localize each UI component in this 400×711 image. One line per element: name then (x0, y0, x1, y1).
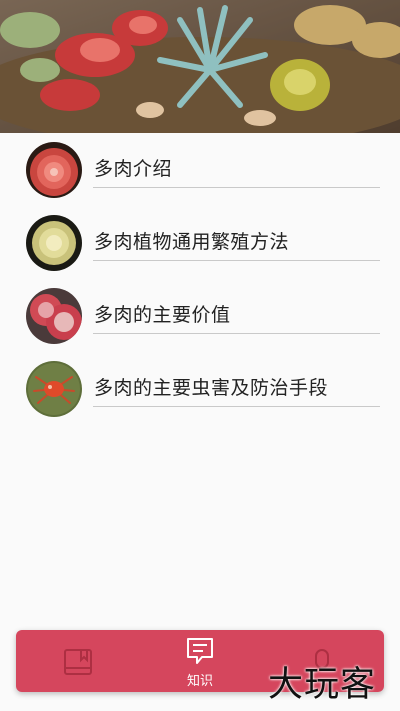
tab-label: 知识 (186, 674, 213, 689)
list-item[interactable]: 多肉植物通用繁殖方法 (0, 206, 400, 279)
message-list-icon (185, 636, 215, 670)
list-item[interactable]: 多肉的主要价值 (0, 279, 400, 352)
red-succulent-thumb (26, 142, 82, 198)
banner-image (0, 0, 400, 133)
tab-book[interactable] (28, 630, 128, 692)
list-item[interactable]: 多肉的主要虫害及防治手段 (0, 352, 400, 425)
knowledge-list: 多肉介绍 多肉植物通用繁殖方法 多肉的主要价值 多肉的主要虫害及防治手段 (0, 133, 400, 425)
tab-knowledge[interactable]: 知识 (150, 630, 250, 692)
divider (93, 260, 380, 261)
red-spider-mite-thumb (26, 361, 82, 417)
list-item-label: 多肉介绍 (94, 158, 173, 180)
list-item[interactable]: 多肉介绍 (0, 133, 400, 206)
divider (93, 333, 380, 334)
divider (93, 406, 380, 407)
yellow-green-succulent-thumb (26, 215, 82, 271)
pink-succulent-thumb (26, 288, 82, 344)
divider (93, 187, 380, 188)
list-item-label: 多肉的主要价值 (94, 304, 231, 326)
book-icon (63, 648, 93, 680)
list-item-label: 多肉的主要虫害及防治手段 (94, 377, 329, 399)
watermark-logo: 大玩客 (268, 665, 377, 705)
list-item-label: 多肉植物通用繁殖方法 (94, 231, 290, 253)
